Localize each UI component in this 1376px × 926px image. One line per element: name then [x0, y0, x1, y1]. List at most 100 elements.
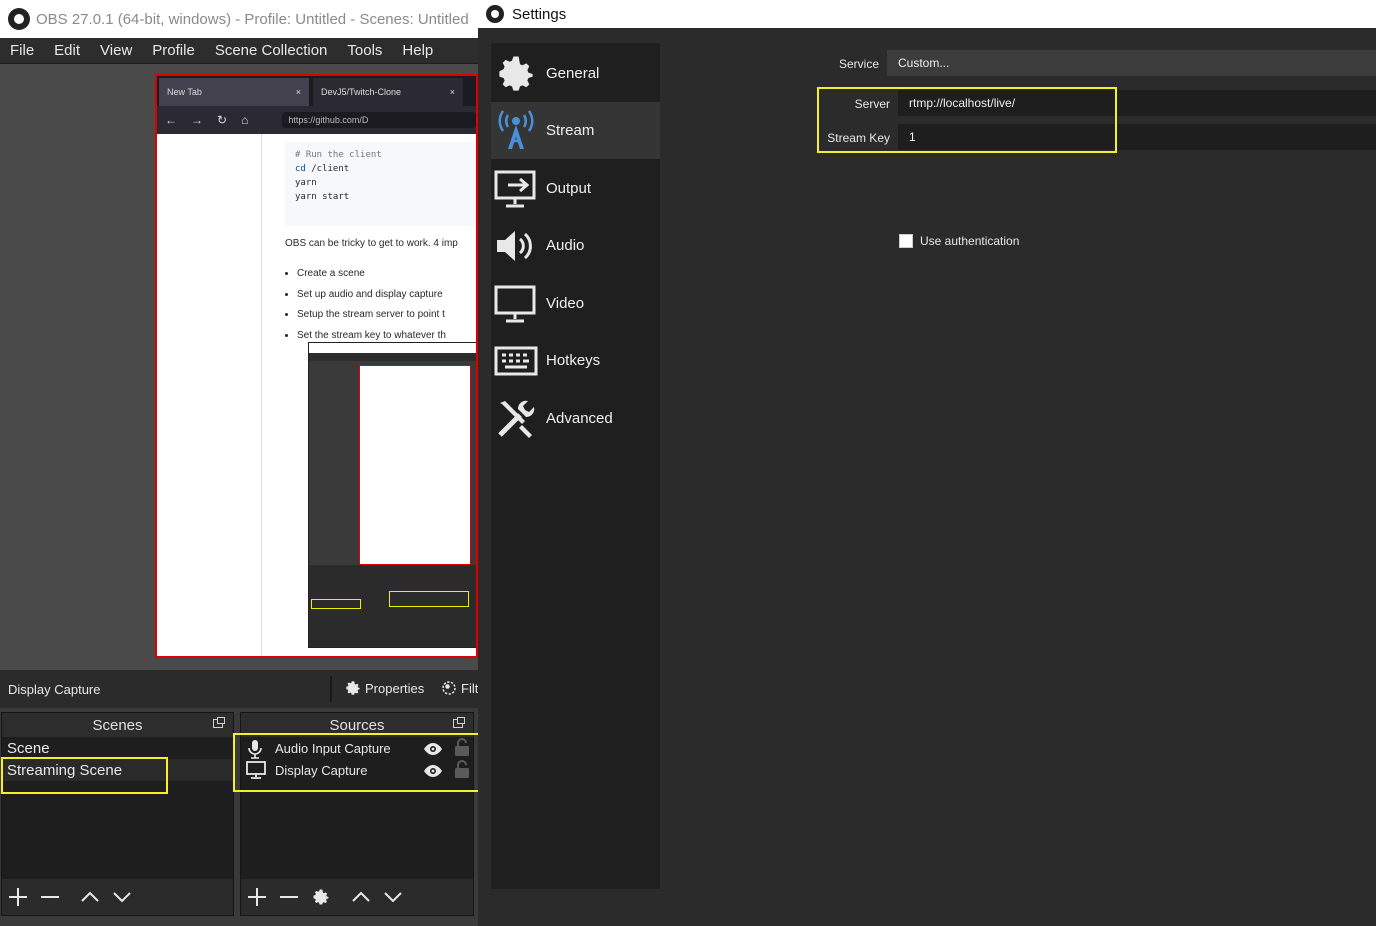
- sources-dock-title: Sources: [329, 717, 385, 734]
- nested-highlight: [389, 591, 469, 607]
- properties-button[interactable]: Properties: [344, 679, 424, 697]
- scenes-list: Scene Streaming Scene: [2, 737, 233, 881]
- code-line: # Run the client: [295, 150, 382, 160]
- move-scene-down-button[interactable]: [106, 881, 138, 913]
- tools-icon: [494, 397, 538, 441]
- menu-view[interactable]: View: [90, 42, 142, 59]
- settings-window: Settings General Stream Output Audio Vid…: [478, 0, 1376, 926]
- preview-canvas[interactable]: New Tab × DevJ5/Twitch-Clone × ← → ↻ ⌂ h…: [155, 74, 478, 658]
- monitor-icon: [494, 282, 538, 326]
- menu-profile[interactable]: Profile: [142, 42, 205, 59]
- page-divider: [261, 134, 262, 656]
- obs-main-window: OBS 27.0.1 (64-bit, windows) - Profile: …: [0, 0, 478, 926]
- move-source-up-button[interactable]: [345, 881, 377, 913]
- add-scene-button[interactable]: [2, 881, 34, 913]
- menu-help[interactable]: Help: [392, 42, 443, 59]
- settings-window-title: Settings: [512, 5, 567, 23]
- obs-logo-icon: [8, 8, 30, 30]
- browser-tab-label: New Tab: [167, 87, 202, 97]
- gear-icon: [494, 52, 538, 96]
- checkbox-box[interactable]: [899, 234, 913, 248]
- forward-arrow-icon: →: [191, 113, 203, 127]
- list-item: Setup the stream server to point t: [297, 305, 446, 326]
- remove-source-button[interactable]: [273, 881, 305, 913]
- scenes-toolbar: [2, 879, 233, 915]
- preview-area[interactable]: New Tab × DevJ5/Twitch-Clone × ← → ↻ ⌂ h…: [0, 64, 478, 670]
- chevron-down-icon: [113, 892, 131, 903]
- chevron-up-icon: [81, 891, 99, 902]
- source-item[interactable]: Display Capture: [241, 759, 473, 781]
- settings-nav: General Stream Output Audio Video Hotkey…: [491, 43, 660, 889]
- nested-titlebar: [309, 343, 476, 353]
- nav-item-video[interactable]: Video: [491, 275, 660, 332]
- obs-menubar: File Edit View Profile Scene Collection …: [0, 38, 478, 64]
- speaker-icon: [494, 224, 538, 268]
- service-select[interactable]: Custom...: [887, 50, 1376, 76]
- browser-tab-label: DevJ5/Twitch-Clone: [321, 87, 402, 97]
- plus-icon: [248, 888, 266, 906]
- move-scene-up-button[interactable]: [74, 881, 106, 913]
- sources-list: Audio Input Capture Display Capture: [241, 737, 473, 881]
- nav-item-audio[interactable]: Audio: [491, 217, 660, 274]
- undock-icon[interactable]: [453, 717, 465, 728]
- close-icon: ×: [449, 87, 455, 97]
- settings-titlebar: Settings: [478, 0, 1376, 28]
- browser-url: https://github.com/D: [282, 112, 476, 128]
- menu-file[interactable]: File: [0, 42, 44, 59]
- scenes-dock-header: Scenes: [2, 713, 233, 737]
- code-line: yarn: [295, 178, 317, 188]
- use-authentication-checkbox[interactable]: Use authentication: [899, 234, 1019, 248]
- menu-tools[interactable]: Tools: [337, 42, 392, 59]
- nav-item-advanced[interactable]: Advanced: [491, 390, 660, 447]
- move-source-down-button[interactable]: [377, 881, 409, 913]
- visibility-eye-icon[interactable]: [423, 762, 443, 786]
- obs-titlebar: OBS 27.0.1 (64-bit, windows) - Profile: …: [0, 0, 478, 38]
- list-item: Set up audio and display capture: [297, 285, 446, 306]
- browser-tab: New Tab ×: [159, 78, 309, 106]
- list-item: Create a scene: [297, 264, 446, 285]
- server-label: Server: [854, 97, 890, 111]
- scene-item[interactable]: Scene: [2, 737, 233, 759]
- remove-scene-button[interactable]: [34, 881, 66, 913]
- browser-url-bar: ← → ↻ ⌂ https://github.com/D: [157, 106, 476, 134]
- sources-dock: Sources Audio Input Capture Display Capt…: [240, 712, 474, 916]
- properties-label: Properties: [365, 680, 425, 696]
- keyboard-icon: [494, 339, 538, 383]
- source-properties-button[interactable]: [305, 881, 337, 913]
- filters-label: Filt: [461, 680, 478, 696]
- code-line: cd /client: [295, 164, 350, 174]
- lock-icon[interactable]: [454, 760, 470, 787]
- output-monitor-icon: [494, 167, 538, 211]
- service-label: Service: [838, 57, 879, 71]
- nav-item-hotkeys[interactable]: Hotkeys: [491, 332, 660, 389]
- stream-key-input[interactable]: [898, 124, 1376, 150]
- browser-page: # Run the client cd /client yarn yarn st…: [157, 134, 476, 656]
- home-icon: ⌂: [241, 113, 249, 127]
- nested-menubar: [309, 353, 476, 361]
- sources-dock-header: Sources: [241, 713, 473, 737]
- scene-item[interactable]: Streaming Scene: [2, 759, 233, 781]
- nav-item-general[interactable]: General: [491, 45, 660, 102]
- source-item-label: Display Capture: [275, 763, 368, 778]
- browser-tab-strip: New Tab × DevJ5/Twitch-Clone ×: [157, 76, 476, 106]
- broadcast-antenna-icon: [494, 109, 538, 153]
- nav-label: Advanced: [546, 410, 613, 427]
- server-input[interactable]: [898, 90, 1376, 116]
- chevron-up-icon: [352, 891, 370, 902]
- minus-icon: [280, 896, 298, 898]
- nav-item-output[interactable]: Output: [491, 160, 660, 217]
- source-item-label: Audio Input Capture: [275, 741, 391, 756]
- menu-edit[interactable]: Edit: [44, 42, 90, 59]
- toolbar-separator: [330, 676, 332, 702]
- source-item[interactable]: Audio Input Capture: [241, 737, 473, 759]
- menu-scene-collection[interactable]: Scene Collection: [205, 42, 338, 59]
- sources-toolbar: [241, 879, 473, 915]
- stream-settings-form: Service Custom... Server Stream Key Use …: [668, 43, 1376, 889]
- add-source-button[interactable]: [241, 881, 273, 913]
- filters-button[interactable]: Filt: [440, 679, 478, 697]
- undock-icon[interactable]: [213, 717, 225, 728]
- nav-label: Output: [546, 180, 592, 197]
- nav-label: General: [546, 65, 600, 82]
- nav-item-stream[interactable]: Stream: [491, 102, 660, 159]
- gear-icon: [313, 889, 329, 905]
